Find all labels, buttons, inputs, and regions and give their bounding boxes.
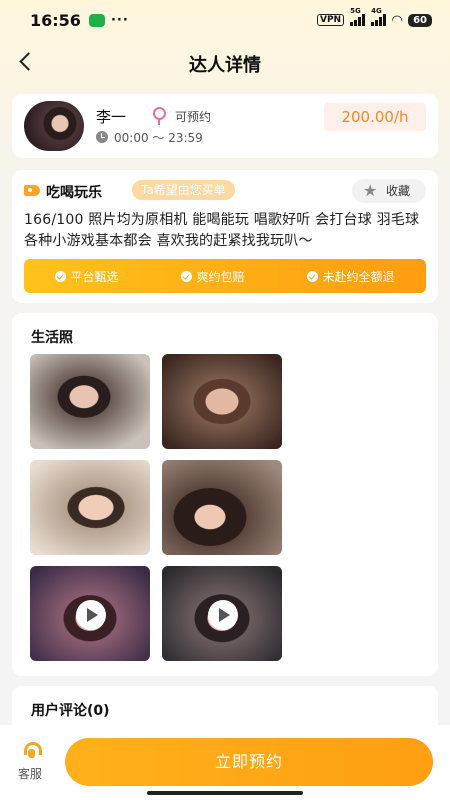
- more-notifications-icon: ···: [110, 12, 129, 28]
- photo-thumbnail[interactable]: [30, 460, 150, 555]
- availability-status: 可预约: [175, 110, 212, 124]
- guarantee-item: 爽约包赔: [181, 268, 245, 285]
- net-5g-label: 5G: [350, 7, 361, 15]
- customer-service-label: 客服: [18, 767, 43, 781]
- play-icon[interactable]: [208, 600, 238, 630]
- home-indicator: [147, 791, 303, 795]
- signal-5g-icon: 5G: [350, 7, 366, 26]
- bottom-action-bar: 客服 立即预约: [0, 725, 450, 800]
- profile-card: 李一 可预约 00:00 ～ 23:59 200.00/h: [12, 94, 438, 158]
- wifi-icon: ◠: [392, 12, 403, 28]
- status-bar: 16:56 ··· VPN 5G 4G ◠ 60: [0, 0, 450, 40]
- page-title: 达人详情: [189, 55, 261, 76]
- message-icon: [88, 13, 105, 27]
- photo-thumbnail[interactable]: [30, 354, 150, 449]
- profile-name: 李一: [96, 108, 127, 126]
- avatar[interactable]: [24, 101, 84, 151]
- status-time: 16:56: [30, 10, 81, 30]
- check-icon: [55, 270, 67, 282]
- profile-description: 166/100 照片均为原相机 能喝能玩 唱歌好听 会打台球 羽毛球 各种小游戏…: [24, 212, 420, 249]
- headset-icon: [22, 742, 42, 760]
- photos-card: 生活照: [12, 313, 438, 676]
- vpn-icon: VPN: [316, 14, 345, 26]
- book-now-button[interactable]: 立即预约: [65, 738, 433, 786]
- guarantee-item: 平台甄选: [55, 268, 119, 285]
- net-4g-label: 4G: [371, 7, 382, 15]
- category-label: 吃喝玩乐: [46, 185, 102, 201]
- video-thumbnail[interactable]: [30, 566, 150, 661]
- photo-thumbnail[interactable]: [162, 354, 282, 449]
- battery-icon: 60: [408, 13, 432, 27]
- guarantee-label: 爽约包赔: [196, 269, 245, 284]
- guarantee-label: 未赴约全额退: [322, 269, 395, 284]
- star-icon: ★: [363, 181, 378, 200]
- nav-bar: 达人详情: [0, 40, 450, 86]
- video-thumbnail[interactable]: [162, 566, 282, 661]
- clock-icon: [96, 131, 108, 143]
- pay-preference-badge: Ta希望由您买单: [132, 180, 235, 200]
- status-indicators: VPN 5G 4G ◠ 60: [316, 7, 432, 28]
- photo-thumbnail[interactable]: [162, 460, 282, 555]
- favorite-label: 收藏: [386, 184, 411, 198]
- available-time-range: 00:00 ～ 23:59: [114, 131, 203, 145]
- guarantee-bar: 平台甄选 爽约包赔 未赴约全额退: [24, 259, 426, 293]
- check-icon: [307, 270, 319, 282]
- reviews-section-title: 用户评论(0): [31, 703, 110, 719]
- guarantee-item: 未赴约全额退: [307, 268, 395, 285]
- play-icon[interactable]: [76, 600, 106, 630]
- female-icon: [152, 107, 166, 125]
- signal-4g-icon: 4G: [371, 7, 387, 26]
- guarantee-label: 平台甄选: [70, 269, 119, 284]
- photos-section-title: 生活照: [31, 330, 73, 346]
- check-icon: [181, 270, 193, 282]
- tag-icon: [24, 185, 40, 196]
- favorite-button[interactable]: ★ 收藏: [352, 179, 426, 203]
- info-card: 吃喝玩乐 Ta希望由您买单 ★ 收藏 166/100 照片均为原相机 能喝能玩 …: [12, 170, 438, 303]
- price-badge: 200.00/h: [324, 103, 426, 131]
